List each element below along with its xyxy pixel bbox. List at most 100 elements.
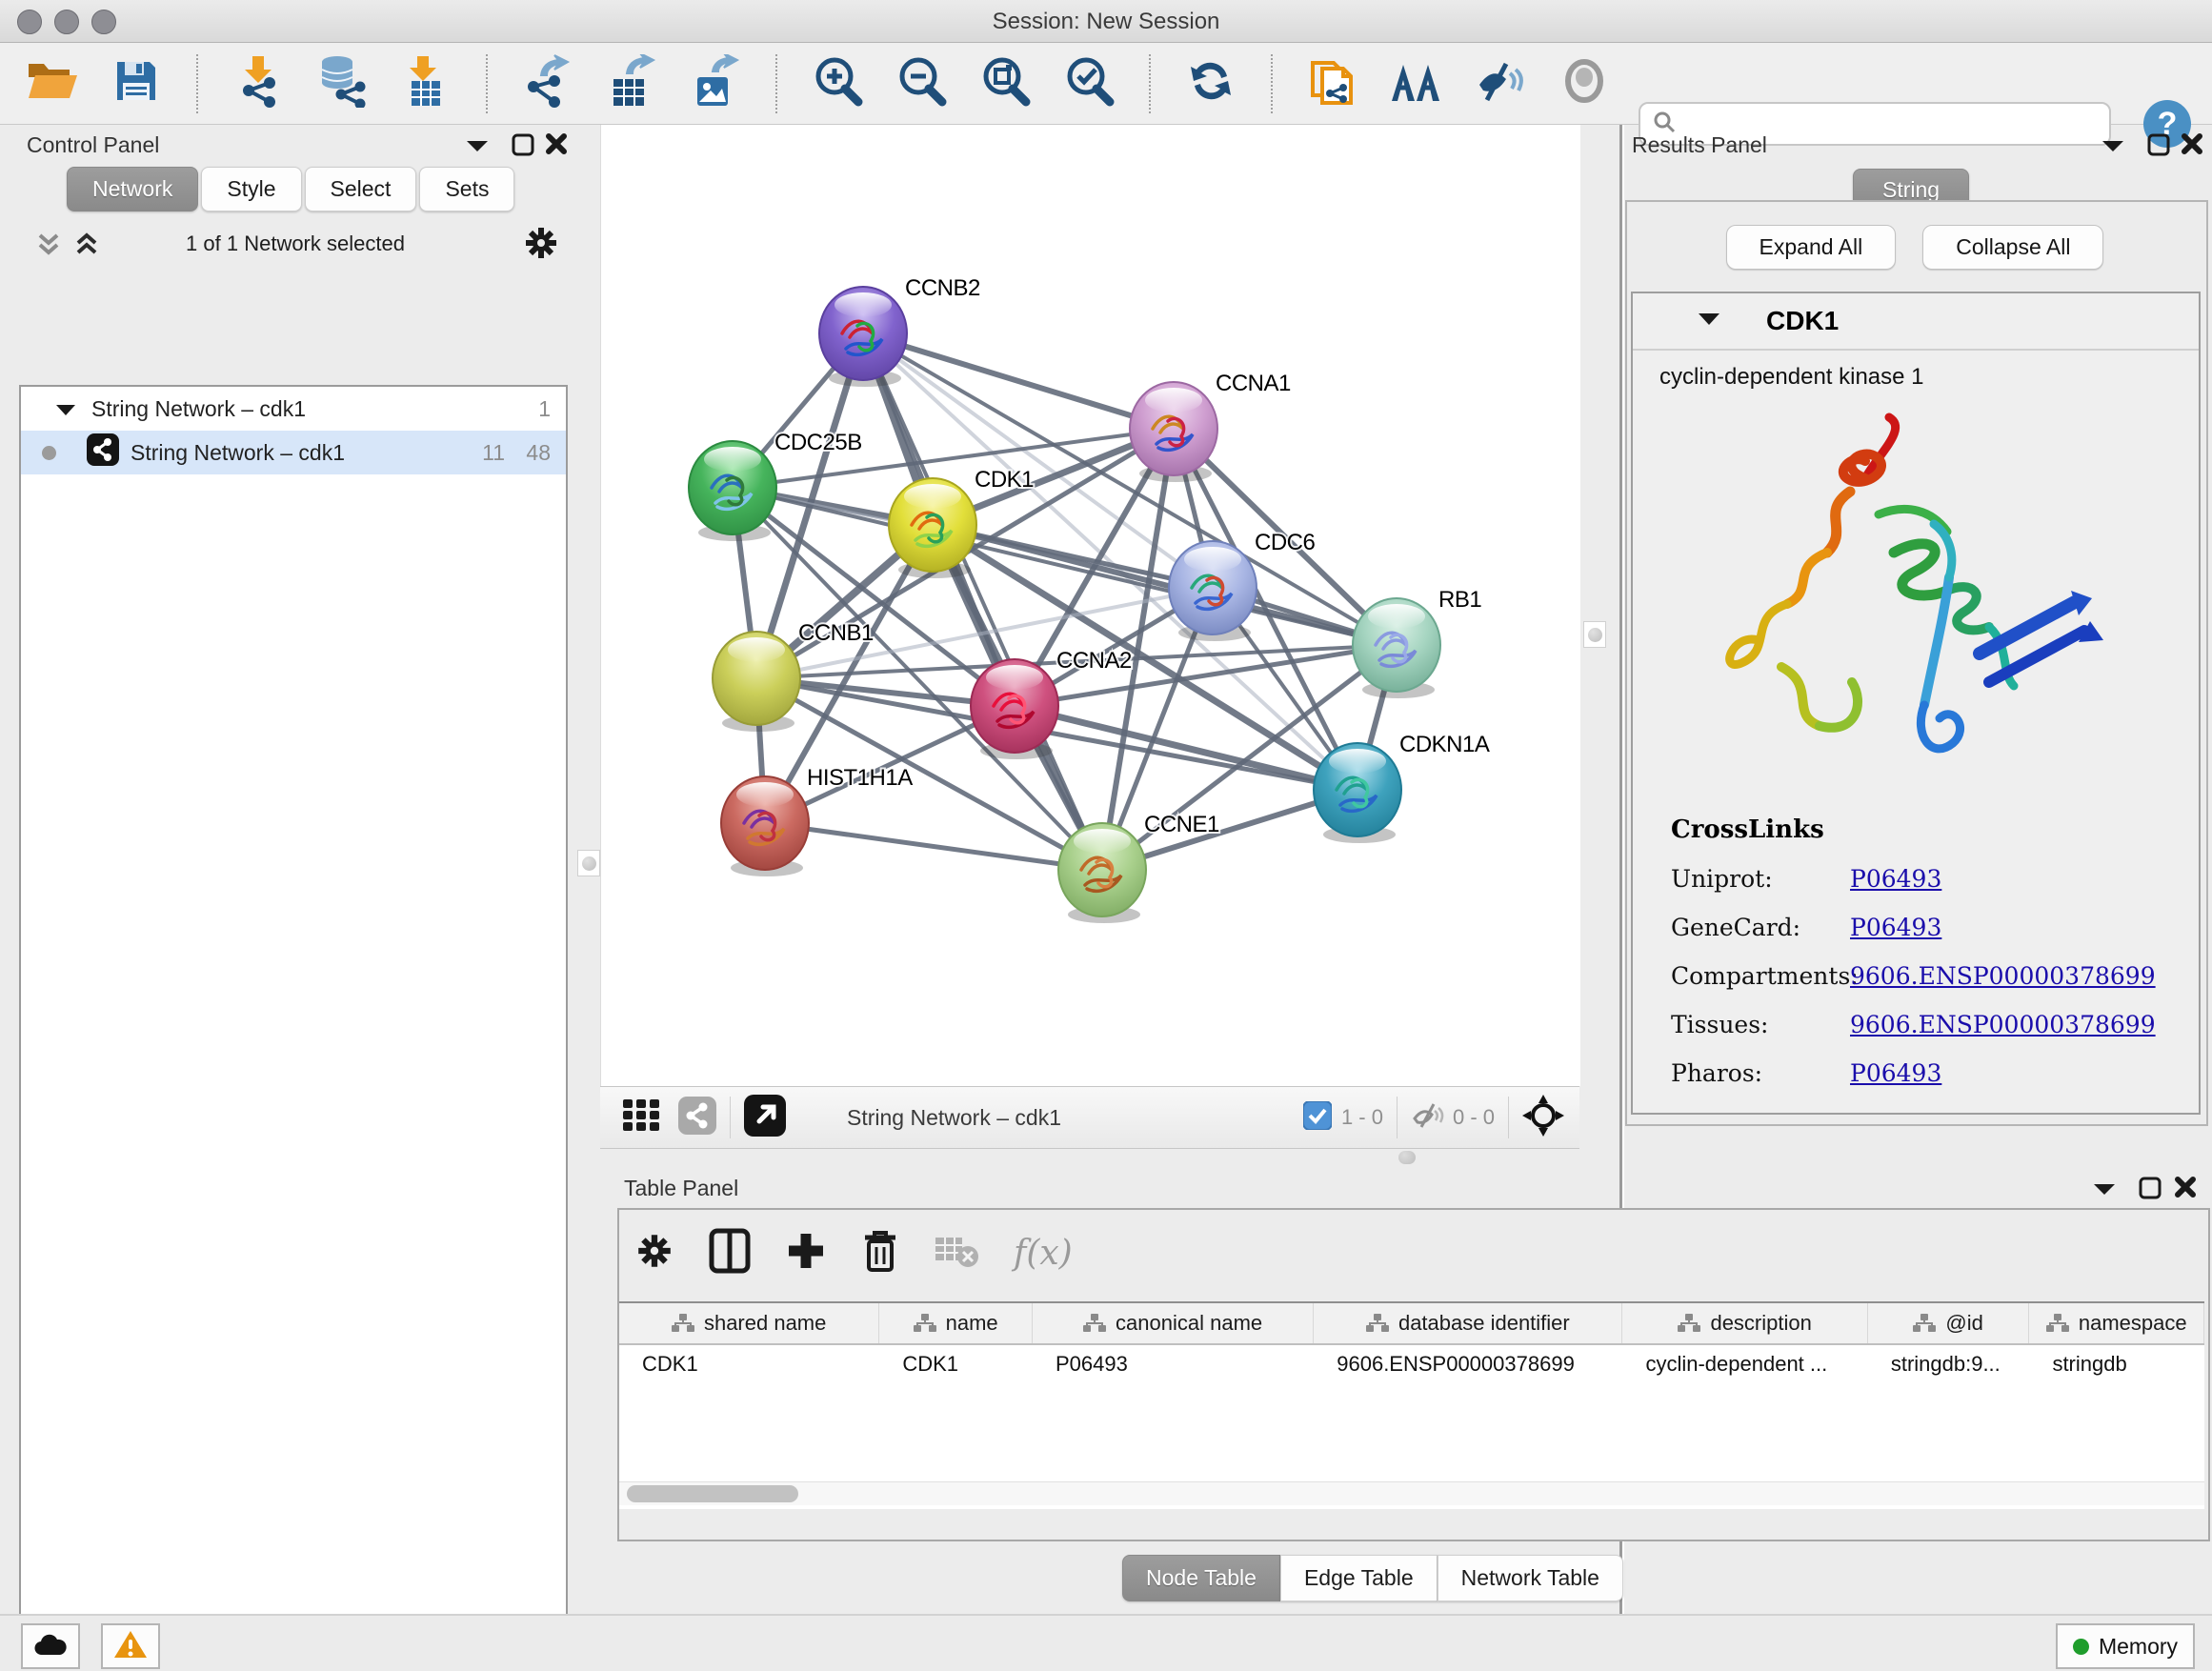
open-session-button[interactable] — [25, 56, 80, 111]
column-header-namespace[interactable]: namespace — [2029, 1303, 2204, 1343]
horizontal-splitter-grip[interactable] — [1398, 1151, 1416, 1164]
tab-sets[interactable]: Sets — [419, 167, 514, 211]
node-HIST1H1A[interactable] — [721, 776, 809, 876]
show-graphics-details-button[interactable] — [1557, 56, 1612, 111]
table-row[interactable]: CDK1CDK1P064939606.ENSP00000378699cyclin… — [619, 1345, 2204, 1383]
warnings-button[interactable] — [101, 1623, 160, 1669]
node-CDC25B[interactable] — [689, 441, 776, 541]
table-cell[interactable]: cyclin-dependent ... — [1622, 1345, 1867, 1383]
close-panel-icon[interactable] — [545, 132, 568, 160]
table-cell[interactable]: CDK1 — [879, 1345, 1033, 1383]
add-column-icon[interactable] — [785, 1230, 827, 1277]
tab-edge-table[interactable]: Edge Table — [1280, 1555, 1438, 1601]
close-panel-icon[interactable] — [2174, 1176, 2197, 1203]
select-columns-icon[interactable] — [709, 1228, 751, 1278]
cloud-button[interactable] — [21, 1623, 80, 1669]
column-header-description[interactable]: description — [1622, 1303, 1867, 1343]
panel-menu-icon[interactable] — [465, 138, 490, 158]
float-panel-icon[interactable] — [511, 132, 535, 162]
table-cell[interactable]: stringdb:9... — [1868, 1345, 2030, 1383]
collapse-all-button[interactable]: Collapse All — [1922, 225, 2103, 270]
panel-menu-icon[interactable] — [2101, 138, 2125, 158]
node-CCNB1[interactable] — [713, 632, 800, 732]
table-cell[interactable]: 9606.ENSP00000378699 — [1314, 1345, 1622, 1383]
zoom-fit-button[interactable] — [977, 56, 1033, 111]
left-splitter-handle[interactable] — [577, 850, 600, 876]
control-panel-tabs: NetworkStyleSelectSets — [67, 167, 517, 211]
close-panel-icon[interactable] — [2181, 132, 2203, 160]
zoom-in-button[interactable] — [810, 56, 865, 111]
delete-column-icon[interactable] — [861, 1228, 899, 1278]
collapse-all-chevron-icon[interactable] — [34, 230, 63, 263]
network-collection-row[interactable]: String Network – cdk1 1 — [21, 387, 566, 431]
tab-select[interactable]: Select — [305, 167, 417, 211]
table-cell[interactable]: P06493 — [1033, 1345, 1314, 1383]
node-CDKN1A[interactable] — [1314, 743, 1401, 843]
crosslink-value-link[interactable]: P06493 — [1850, 1059, 1941, 1087]
zoom-out-button[interactable] — [894, 56, 949, 111]
network-canvas[interactable]: CCNB2CCNA1CDC25BCDK1CDC6RB1CCNB1CCNA2CDK… — [600, 125, 1580, 1086]
tab-node-table[interactable]: Node Table — [1122, 1555, 1280, 1601]
node-RB1[interactable] — [1353, 598, 1440, 698]
delete-table-icon[interactable] — [934, 1232, 979, 1275]
view-share-toggle-icon[interactable] — [678, 1097, 716, 1139]
export-image-button[interactable] — [688, 56, 743, 111]
table-cell[interactable]: stringdb — [2029, 1345, 2204, 1383]
column-header-shared-name[interactable]: shared name — [619, 1303, 879, 1343]
export-network-button[interactable] — [520, 56, 575, 111]
import-table-icon — [402, 54, 450, 112]
collection-expander-icon[interactable] — [55, 396, 76, 422]
table-gear-icon[interactable] — [634, 1231, 674, 1276]
crosslink-value-link[interactable]: 9606.ENSP00000378699 — [1850, 962, 2156, 990]
birdseye-crosshair-icon[interactable] — [1522, 1095, 1564, 1141]
network-row-selected[interactable]: String Network – cdk1 11 48 — [21, 431, 566, 474]
export-table-button[interactable] — [604, 56, 659, 111]
node-CDK1[interactable] — [889, 478, 976, 578]
node-CCNA1[interactable] — [1130, 382, 1217, 482]
edge-CCNB2-CCNA1[interactable] — [863, 333, 1174, 429]
function-builder-icon[interactable]: f(x) — [1014, 1234, 1073, 1273]
import-table-button[interactable] — [398, 56, 453, 111]
crosslink-value-link[interactable]: 9606.ENSP00000378699 — [1850, 1011, 2156, 1038]
tab-style[interactable]: Style — [201, 167, 301, 211]
gene-expander-icon[interactable] — [1698, 312, 1720, 331]
expand-all-button[interactable]: Expand All — [1726, 225, 1897, 270]
save-session-button[interactable] — [109, 56, 164, 111]
clone-network-button[interactable] — [1305, 56, 1360, 111]
hidden-eye-slash-icon[interactable] — [1411, 1101, 1445, 1135]
expand-all-chevron-icon[interactable] — [72, 230, 101, 263]
column-header-database-identifier[interactable]: database identifier — [1314, 1303, 1622, 1343]
zoom-selected-button[interactable] — [1061, 56, 1116, 111]
right-splitter-handle[interactable] — [1583, 621, 1606, 648]
selected-checkbox-icon[interactable] — [1303, 1101, 1332, 1135]
float-panel-icon[interactable] — [2146, 132, 2171, 162]
import-network-button[interactable] — [231, 56, 286, 111]
export-network-icon — [522, 54, 573, 112]
panel-menu-icon[interactable] — [2092, 1181, 2117, 1201]
table-header-row[interactable]: shared namenamecanonical namedatabase id… — [619, 1303, 2204, 1345]
edge-HIST1H1A-CCNE1[interactable] — [765, 823, 1102, 870]
hide-graphics-details-button[interactable] — [1473, 56, 1528, 111]
table-cell[interactable]: CDK1 — [619, 1345, 879, 1383]
node-CCNE1[interactable] — [1058, 823, 1146, 923]
view-grid-icon[interactable] — [623, 1097, 663, 1138]
gene-section-header[interactable]: CDK1 — [1633, 293, 2199, 351]
edge-CDK1-RB1[interactable] — [933, 525, 1397, 645]
import-network-from-database-button[interactable] — [314, 56, 370, 111]
refresh-view-button[interactable] — [1183, 56, 1238, 111]
crosslink-value-link[interactable]: P06493 — [1850, 865, 1941, 893]
column-header-canonical-name[interactable]: canonical name — [1033, 1303, 1314, 1343]
tab-network-table[interactable]: Network Table — [1438, 1555, 1623, 1601]
column-header-name[interactable]: name — [879, 1303, 1033, 1343]
cybrowser-button[interactable] — [1389, 56, 1444, 111]
column-header--id[interactable]: @id — [1868, 1303, 2030, 1343]
network-options-gear-icon[interactable] — [522, 224, 560, 267]
scrollbar-thumb[interactable] — [627, 1485, 798, 1502]
tab-network[interactable]: Network — [67, 167, 198, 211]
table-horizontal-scrollbar[interactable] — [619, 1481, 2204, 1505]
crosslink-value-link[interactable]: P06493 — [1850, 914, 1941, 941]
import-network-icon — [233, 54, 283, 112]
memory-button[interactable]: Memory — [2056, 1623, 2195, 1669]
detach-view-icon[interactable] — [744, 1095, 786, 1141]
float-panel-icon[interactable] — [2138, 1176, 2162, 1205]
